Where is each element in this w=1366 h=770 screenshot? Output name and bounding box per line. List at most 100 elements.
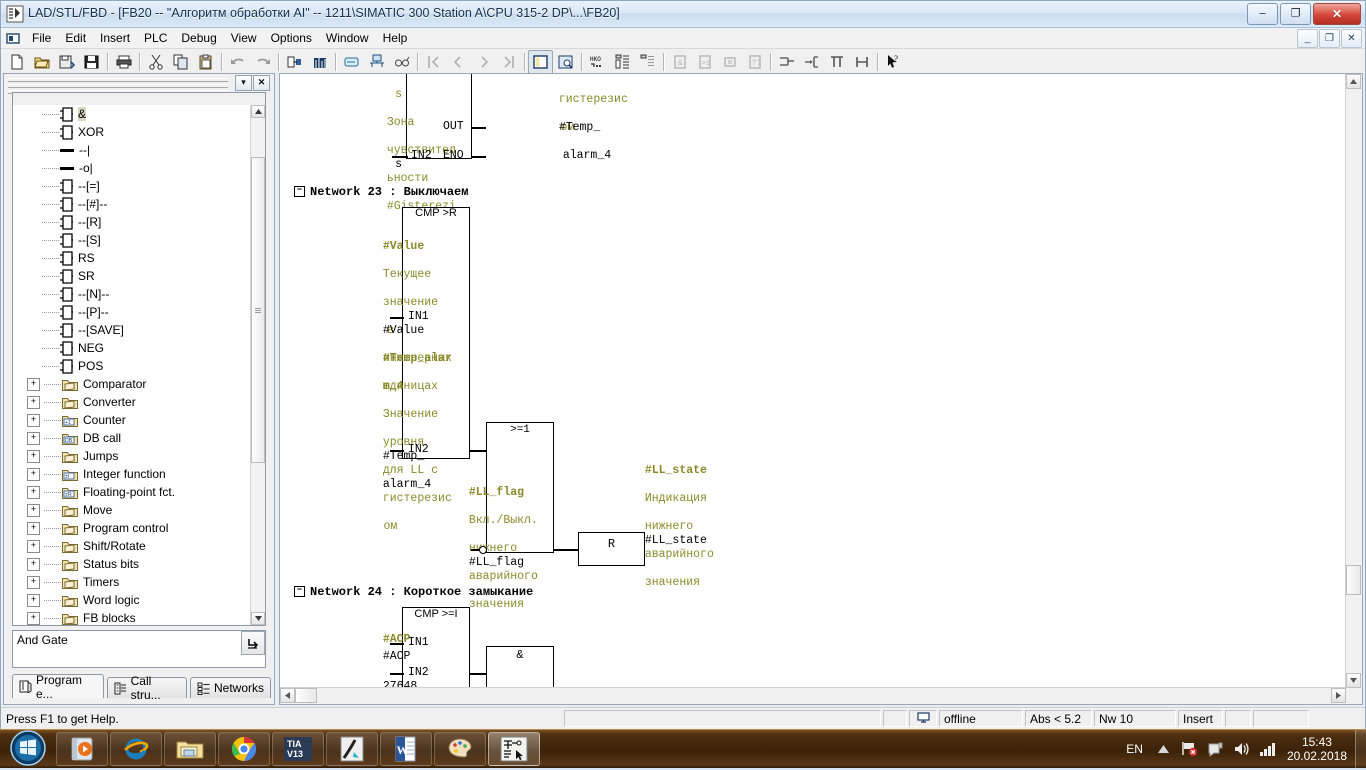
tree-folder-row[interactable]: +Move <box>13 501 251 519</box>
editor-scroll-up-arrow[interactable] <box>1346 74 1361 89</box>
and-box-icon[interactable]: & <box>667 50 692 74</box>
tree-element-row[interactable]: --[S] <box>13 231 251 249</box>
menu-item-options[interactable]: Options <box>264 29 319 47</box>
ladder-canvas[interactable]: s Зона чувствител ьности #Gisterezi s IN… <box>280 74 1346 688</box>
tree-scroll-down-arrow[interactable] <box>251 612 265 625</box>
or-box-icon[interactable]: >1 <box>692 50 717 74</box>
tree-element-row[interactable]: -o| <box>13 159 251 177</box>
assign-icon[interactable] <box>717 50 742 74</box>
tree-folder-row[interactable]: +Word logic <box>13 591 251 609</box>
minimize-button[interactable]: – <box>1247 3 1278 25</box>
paste-icon[interactable] <box>193 50 218 74</box>
prev-error-icon[interactable] <box>446 50 471 74</box>
tree-expander[interactable]: + <box>27 396 40 409</box>
network23-in2-operand[interactable]: #Temp_ alarm_4 <box>300 436 398 506</box>
redo-icon[interactable] <box>250 50 275 74</box>
menu-item-insert[interactable]: Insert <box>93 29 137 47</box>
tree-expander[interactable]: + <box>27 522 40 535</box>
tree-folder-row[interactable]: +Shift/Rotate <box>13 537 251 555</box>
tia-portal-v13-icon[interactable]: TIAV13 <box>272 732 324 766</box>
tree-element-row[interactable]: --[P]-- <box>13 303 251 321</box>
network23-or-input-operand[interactable]: #LL_flag <box>386 542 478 584</box>
tree-expander[interactable]: + <box>27 432 40 445</box>
network23-coil-operand[interactable]: #LL_state <box>562 520 662 562</box>
panel-close-button[interactable]: ✕ <box>253 75 270 91</box>
network-23-collapse-icon[interactable]: − <box>294 186 305 197</box>
editor-horizontal-scrollbar[interactable] <box>280 687 1346 704</box>
panel-dropdown-button[interactable]: ▾ <box>235 75 252 91</box>
tree-expander[interactable]: + <box>27 558 40 571</box>
comments-icon[interactable] <box>635 50 660 74</box>
contact-icon[interactable] <box>824 50 849 74</box>
mdi-minimize-button[interactable]: _ <box>1297 29 1318 48</box>
menu-item-plc[interactable]: PLC <box>137 29 174 47</box>
open-branch-icon[interactable] <box>774 50 799 74</box>
editor-vertical-scrollbar[interactable] <box>1345 74 1362 688</box>
new-icon[interactable] <box>4 50 29 74</box>
last-error-icon[interactable] <box>496 50 521 74</box>
tree-expander[interactable]: + <box>27 468 40 481</box>
tree-folder-row[interactable]: +±IInteger function <box>13 465 251 483</box>
mdi-restore-button[interactable]: ❐ <box>1319 29 1340 48</box>
tab-call-structure[interactable]: Call stru... <box>107 677 187 698</box>
jump-to-element-button[interactable] <box>241 631 265 655</box>
tree-expander[interactable]: + <box>27 540 40 553</box>
show-hidden-icons-icon[interactable] <box>1154 739 1174 759</box>
tab-networks[interactable]: Networks <box>190 677 271 698</box>
start-button[interactable] <box>2 729 54 767</box>
help-cursor-icon[interactable]: ? <box>881 50 906 74</box>
network22-out-operand[interactable]: #Temp_ alarm_4 <box>476 107 576 177</box>
next-error-icon[interactable] <box>471 50 496 74</box>
undo-icon[interactable] <box>225 50 250 74</box>
network-error-icon[interactable] <box>1180 739 1200 759</box>
tree-folder-row[interactable]: +±RFloating-point fct. <box>13 483 251 501</box>
tree-expander[interactable]: + <box>27 378 40 391</box>
menu-item-debug[interactable]: Debug <box>174 29 223 47</box>
tree-expander[interactable]: + <box>27 504 40 517</box>
tree-element-row[interactable]: RS <box>13 249 251 267</box>
tree-folder-row[interactable]: +Comparator <box>13 375 251 393</box>
menu-item-window[interactable]: Window <box>319 29 376 47</box>
clock[interactable]: 15:43 20.02.2018 <box>1287 735 1347 763</box>
language-indicator[interactable]: EN <box>1126 742 1143 756</box>
editor-scroll-left-arrow[interactable] <box>280 688 295 703</box>
symbol-table-icon[interactable] <box>364 50 389 74</box>
show-desktop-button[interactable] <box>1355 730 1366 768</box>
tree-vertical-scrollbar[interactable] <box>250 105 265 625</box>
copy-icon[interactable] <box>168 50 193 74</box>
google-chrome-icon[interactable] <box>218 732 270 766</box>
tree-element-row[interactable]: & <box>13 105 251 123</box>
zoom-icon[interactable] <box>553 50 578 74</box>
overview-icon[interactable] <box>528 50 553 74</box>
tree-expander[interactable]: + <box>27 486 40 499</box>
internet-explorer-icon[interactable] <box>110 732 162 766</box>
tree-scrollbar-thumb[interactable] <box>251 157 265 463</box>
menu-item-edit[interactable]: Edit <box>58 29 93 47</box>
tree-folder-row[interactable]: +Status bits <box>13 555 251 573</box>
menu-item-help[interactable]: Help <box>376 29 415 47</box>
editor-scroll-down-arrow[interactable] <box>1346 673 1361 688</box>
network-24-collapse-icon[interactable]: − <box>294 586 305 597</box>
coil-icon[interactable] <box>849 50 874 74</box>
action-center-icon[interactable] <box>1206 739 1226 759</box>
explorer-folder-icon[interactable] <box>164 732 216 766</box>
network-24-header[interactable]: −Network 24 : Короткое замыкание <box>294 585 533 599</box>
upload-icon[interactable] <box>307 50 332 74</box>
tree-expander[interactable]: + <box>27 450 40 463</box>
glasses-icon[interactable] <box>389 50 414 74</box>
close-branch-icon[interactable] <box>799 50 824 74</box>
open-icon[interactable] <box>29 50 54 74</box>
editor-scroll-right-arrow[interactable] <box>1331 688 1346 703</box>
symbol-info-icon[interactable] <box>610 50 635 74</box>
first-error-icon[interactable] <box>421 50 446 74</box>
tree-folder-row[interactable]: +Program control <box>13 519 251 537</box>
editor-vertical-scrollbar-thumb[interactable] <box>1346 565 1361 595</box>
symbolic-representation-icon[interactable]: HKO <box>585 50 610 74</box>
tree-element-row[interactable]: NEG <box>13 339 251 357</box>
volume-icon[interactable] <box>1232 739 1252 759</box>
empty-box-icon[interactable]: ?? <box>742 50 767 74</box>
tree-element-row[interactable]: --[SAVE] <box>13 321 251 339</box>
tree-element-row[interactable]: --[#]-- <box>13 195 251 213</box>
media-player-icon[interactable] <box>56 732 108 766</box>
maximize-button[interactable]: ❐ <box>1280 3 1311 25</box>
